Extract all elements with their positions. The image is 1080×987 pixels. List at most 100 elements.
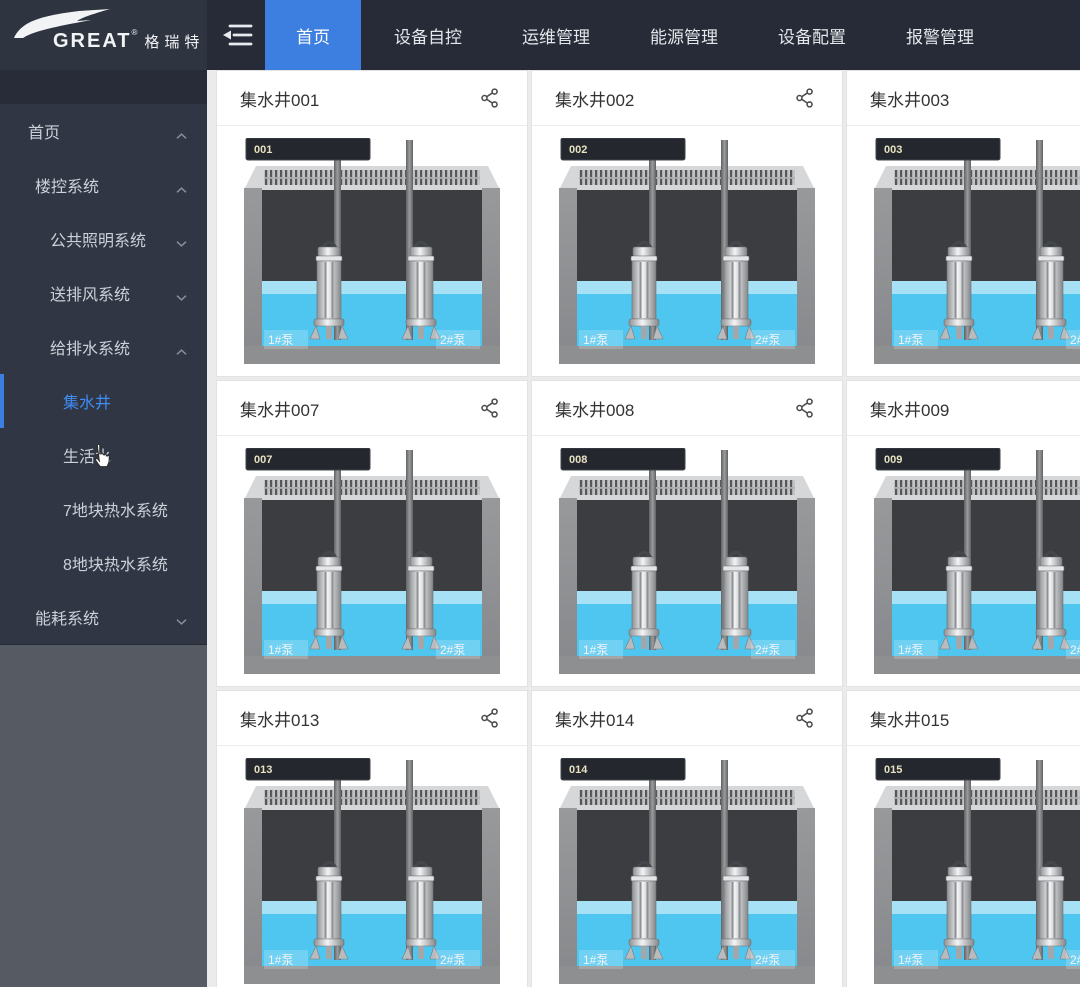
well-id-label: 013 (254, 764, 272, 776)
share-button[interactable] (794, 707, 816, 729)
sidebar-item-plot7-hot-water-system[interactable]: 7地块热水系统 (0, 482, 207, 536)
top-nav: 首页设备自控运维管理能源管理设备配置报警管理 (262, 0, 1004, 70)
sidebar-item-supply-exhaust-air-system[interactable]: 送排风系统 (0, 266, 207, 320)
pump-2-label: 2#泵 (440, 643, 465, 657)
sidebar-item-water-supply-drainage-system[interactable]: 给排水系统 (0, 320, 207, 374)
well-card-002[interactable]: 集水井002 1#泵 2#泵 002 (531, 70, 843, 377)
main-content: 集水井0011#泵2#泵001集水井0021#泵2#泵002集水井0031#泵2… (207, 70, 1080, 987)
pump-2-label: 2#泵 (1070, 333, 1080, 347)
brand-name-en: GREAT (53, 30, 132, 52)
share-icon (479, 397, 501, 419)
well-card-title: 集水井003 (870, 86, 949, 111)
pump-1-label: 1#泵 (268, 333, 293, 347)
chevron-down-icon (176, 294, 187, 302)
well-id-label: 001 (254, 144, 272, 156)
nav-item-device-auto-control[interactable]: 设备自控 (367, 0, 489, 70)
sump-well-graphic: 1#泵 2#泵 007 (244, 448, 500, 674)
well-card-body: 1#泵2#泵015 (847, 746, 1080, 984)
well-card-title: 集水井002 (555, 86, 634, 111)
well-id-label: 014 (569, 764, 588, 776)
sump-well-graphic: 1#泵2#泵013 (244, 758, 500, 984)
nav-item-device-config[interactable]: 设备配置 (751, 0, 873, 70)
well-card-015[interactable]: 集水井0151#泵2#泵015 (846, 690, 1080, 987)
well-card-header: 集水井009 (847, 381, 1080, 436)
well-id-label: 008 (569, 454, 587, 466)
pump-2-label: 2#泵 (755, 333, 780, 347)
sidebar-item-label: 能耗系统 (35, 605, 99, 629)
nav-item-home[interactable]: 首页 (265, 0, 361, 70)
well-card-title: 集水井009 (870, 396, 949, 421)
nav-item-alarm-management[interactable]: 报警管理 (879, 0, 1001, 70)
well-cards-grid: 集水井0011#泵2#泵001集水井0021#泵2#泵002集水井0031#泵2… (216, 70, 1080, 987)
well-card-header: 集水井008 (532, 381, 842, 436)
well-card-001[interactable]: 集水井001 1#泵 2#泵 001 (216, 70, 528, 377)
sidebar-menu: 首页楼控系统公共照明系统送排风系统给排水系统集水井生活水7地块热水系统8地块热水… (0, 104, 207, 644)
well-card-014[interactable]: 集水井014 1#泵 2#泵 014 (531, 690, 843, 987)
sump-well-graphic: 1#泵 2#泵 014 (559, 758, 815, 984)
well-card-003[interactable]: 集水井0031#泵2#泵003 (846, 70, 1080, 377)
share-button[interactable] (794, 87, 816, 109)
well-card-title: 集水井008 (555, 396, 634, 421)
share-icon (479, 87, 501, 109)
pump-1-label: 1#泵 (583, 333, 608, 347)
sidebar-item-public-lighting-system[interactable]: 公共照明系统 (0, 212, 207, 266)
share-button[interactable] (794, 397, 816, 419)
well-card-header: 集水井013 (217, 691, 527, 746)
menu-fold-icon (222, 21, 254, 49)
well-id-label: 007 (254, 454, 272, 466)
pump-1-label: 1#泵 (898, 953, 923, 967)
nav-item-ops-management[interactable]: 运维管理 (495, 0, 617, 70)
share-icon (794, 707, 816, 729)
sidebar-item-plot8-hot-water-system[interactable]: 8地块热水系统 (0, 536, 207, 590)
nav-item-energy-management[interactable]: 能源管理 (623, 0, 745, 70)
sidebar-item-label: 楼控系统 (35, 173, 99, 197)
share-button[interactable] (479, 87, 501, 109)
well-card-body: 1#泵 2#泵 007 (217, 436, 527, 674)
sidebar-top-strip (0, 70, 207, 104)
well-id-label: 015 (884, 764, 902, 776)
well-card-007[interactable]: 集水井007 1#泵 2#泵 007 (216, 380, 528, 687)
menu-fold-button[interactable] (214, 0, 262, 70)
share-icon (479, 707, 501, 729)
chevron-down-icon (176, 618, 187, 626)
sidebar-item-sump-well[interactable]: 集水井 (0, 374, 207, 428)
well-card-title: 集水井014 (555, 706, 634, 731)
chevron-down-icon (176, 240, 187, 248)
well-card-013[interactable]: 集水井013 1#泵2#泵013 (216, 690, 528, 987)
sump-well-graphic: 1#泵2#泵015 (874, 758, 1080, 984)
registered-mark: ® (132, 28, 138, 37)
pump-2-label: 2#泵 (440, 333, 465, 347)
well-card-title: 集水井001 (240, 86, 319, 111)
well-card-title: 集水井007 (240, 396, 319, 421)
well-id-label: 003 (884, 144, 902, 156)
well-id-label: 002 (569, 144, 587, 156)
share-icon (794, 87, 816, 109)
sidebar-item-label: 集水井 (63, 389, 111, 413)
sidebar-item-label: 公共照明系统 (50, 227, 146, 251)
pump-1-label: 1#泵 (583, 643, 608, 657)
pump-1-label: 1#泵 (583, 953, 608, 967)
sidebar-item-home[interactable]: 首页 (0, 104, 207, 158)
well-card-body: 1#泵 2#泵 002 (532, 126, 842, 364)
well-card-body: 1#泵2#泵013 (217, 746, 527, 984)
well-card-body: 1#泵 2#泵 008 (532, 436, 842, 674)
share-button[interactable] (479, 397, 501, 419)
pump-1-label: 1#泵 (268, 643, 293, 657)
chevron-up-icon (176, 186, 187, 194)
well-card-header: 集水井014 (532, 691, 842, 746)
share-button[interactable] (479, 707, 501, 729)
sidebar-item-building-control-system[interactable]: 楼控系统 (0, 158, 207, 212)
sump-well-graphic: 1#泵 2#泵 002 (559, 138, 815, 364)
pump-2-label: 2#泵 (755, 643, 780, 657)
sidebar-item-domestic-water[interactable]: 生活水 (0, 428, 207, 482)
sidebar-item-label: 送排风系统 (50, 281, 130, 305)
well-card-title: 集水井013 (240, 706, 319, 731)
sump-well-graphic: 1#泵2#泵003 (874, 138, 1080, 364)
well-id-label: 009 (884, 454, 902, 466)
well-card-008[interactable]: 集水井008 1#泵 2#泵 008 (531, 380, 843, 687)
well-card-009[interactable]: 集水井0091#泵2#泵009 (846, 380, 1080, 687)
sump-well-graphic: 1#泵2#泵009 (874, 448, 1080, 674)
pump-2-label: 2#泵 (755, 953, 780, 967)
pump-2-label: 2#泵 (1070, 643, 1080, 657)
sidebar-item-energy-consumption-system[interactable]: 能耗系统 (0, 590, 207, 644)
